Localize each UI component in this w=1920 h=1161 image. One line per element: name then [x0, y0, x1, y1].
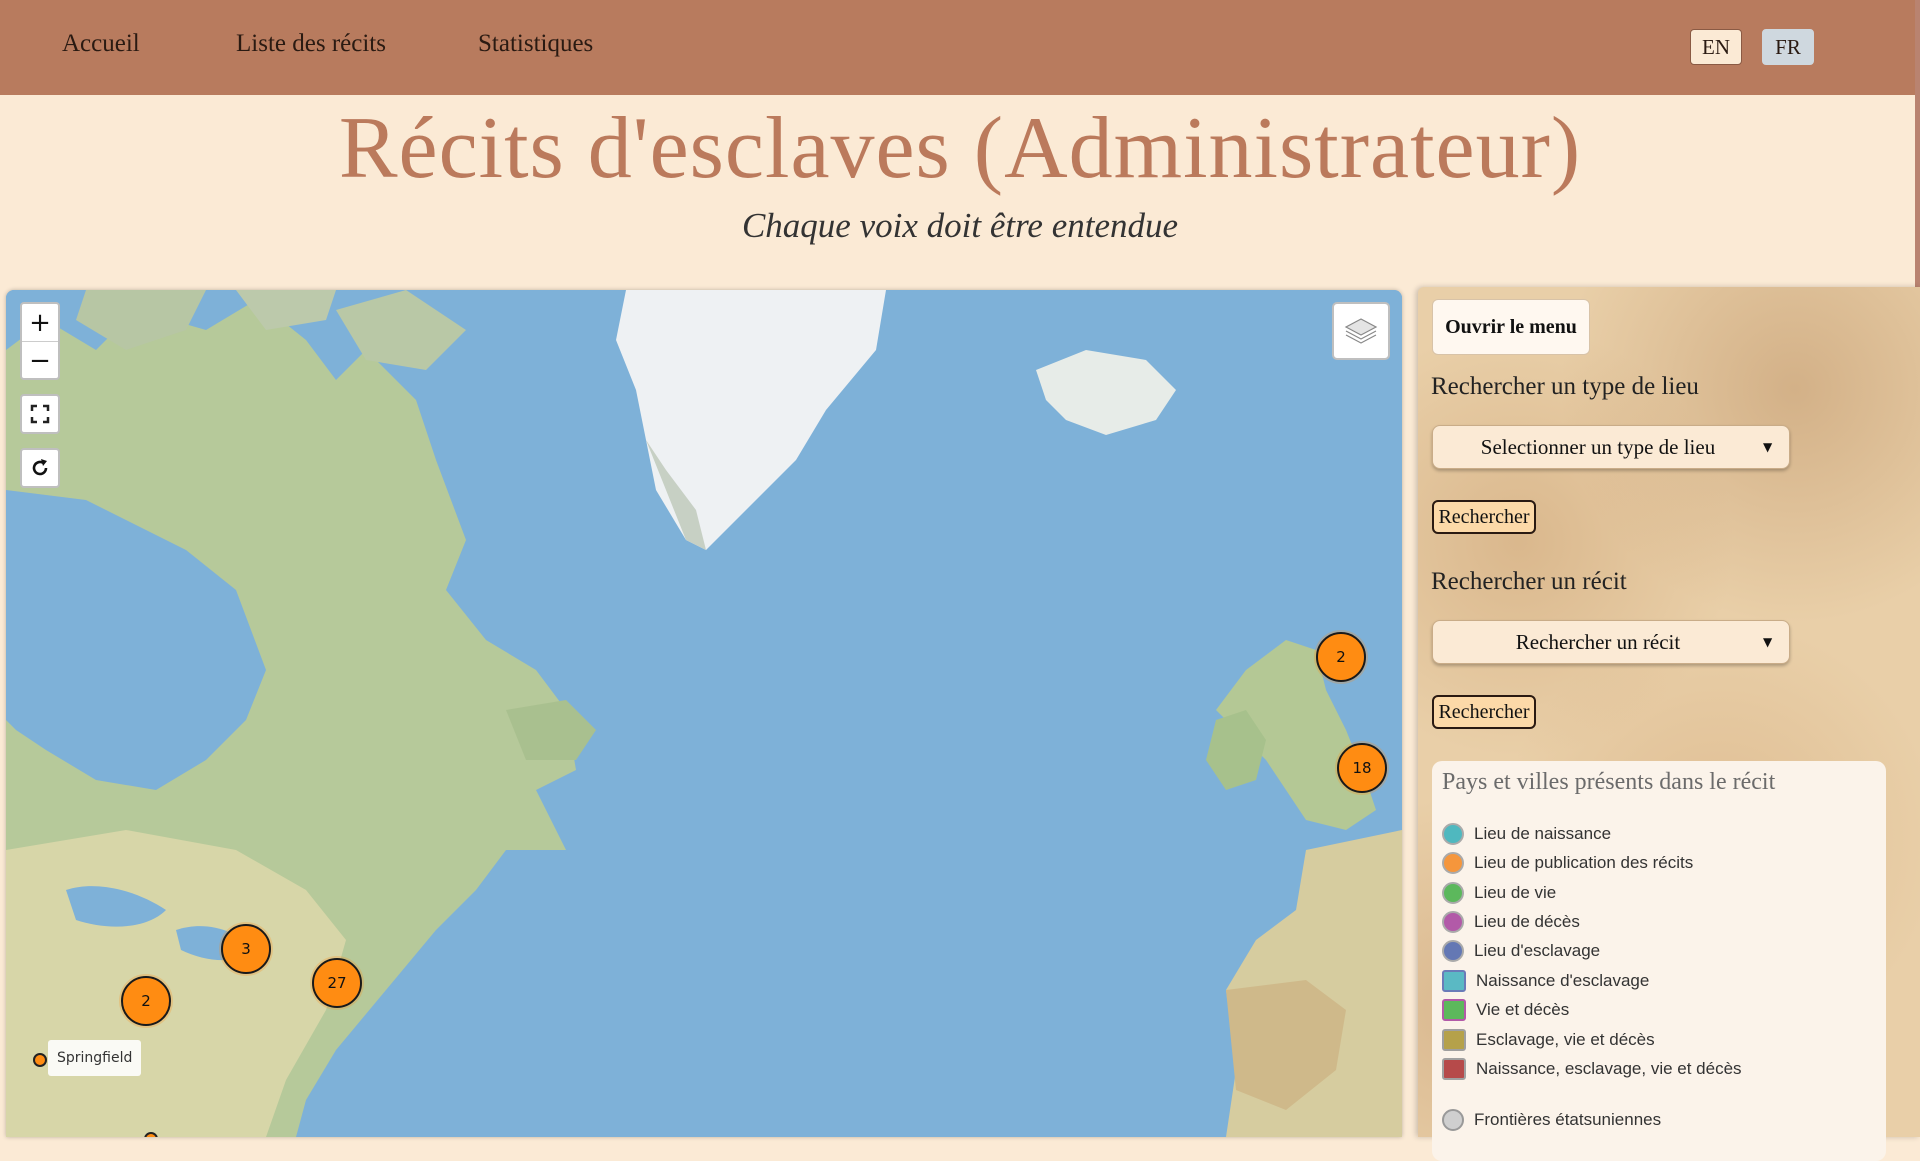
legend-item: Naissance, esclavage, vie et décès: [1442, 1058, 1742, 1080]
narrative-select[interactable]: Rechercher un récit ▼: [1432, 620, 1790, 664]
legend-swatch: [1442, 911, 1464, 933]
fullscreen-icon: [30, 404, 50, 424]
nav-home-link[interactable]: Accueil: [62, 30, 140, 58]
zoom-out-button[interactable]: −: [22, 342, 58, 379]
lang-en-button[interactable]: EN: [1690, 29, 1742, 65]
lang-fr-button[interactable]: FR: [1762, 29, 1814, 65]
legend-swatch: [1442, 999, 1466, 1021]
legend-item-label: Vie et décès: [1476, 1000, 1570, 1019]
legend-item: Lieu de décès: [1442, 911, 1580, 933]
page-subtitle: Chaque voix doit être entendue: [741, 206, 1179, 245]
map-cluster-marker[interactable]: 2: [121, 976, 171, 1026]
legend-item: Lieu d'esclavage: [1442, 940, 1600, 962]
legend-item-label: Naissance, esclavage, vie et décès: [1476, 1059, 1742, 1078]
legend-swatch: [1442, 1029, 1466, 1051]
narrative-select-value: Rechercher un récit: [1515, 629, 1681, 654]
legend-item: Esclavage, vie et décès: [1442, 1029, 1655, 1051]
zoom-in-button[interactable]: +: [22, 304, 58, 342]
map-basemap: [6, 290, 1402, 1137]
open-menu-button[interactable]: Ouvrir le menu: [1432, 299, 1590, 355]
layers-control[interactable]: [1332, 302, 1390, 360]
narrative-search-heading: Rechercher un récit: [1431, 568, 1627, 595]
legend-item: Vie et décès: [1442, 999, 1569, 1021]
refresh-icon: [32, 459, 48, 476]
legend-item-label: Lieu d'esclavage: [1474, 941, 1601, 960]
legend-swatch: [1442, 852, 1464, 874]
page-title: Récits d'esclaves (Administrateur): [338, 100, 1582, 197]
fullscreen-button[interactable]: [20, 394, 60, 434]
legend-item-label: Lieu de naissance: [1474, 824, 1612, 843]
map-place-label: Springfield: [48, 1040, 142, 1076]
reset-view-button[interactable]: [20, 448, 60, 488]
legend-item-label: Lieu de publication des récits: [1474, 853, 1694, 872]
legend-item-label: Naissance d'esclavage: [1476, 971, 1650, 990]
nav-narratives-list-link[interactable]: Liste des récits: [236, 30, 386, 58]
search-narrative-button[interactable]: Rechercher: [1432, 695, 1536, 729]
legend-swatch: [1442, 940, 1464, 962]
legend-item-label: Esclavage, vie et décès: [1476, 1030, 1655, 1049]
nav-statistics-link[interactable]: Statistiques: [478, 30, 593, 58]
map-cluster-marker[interactable]: 2: [1316, 632, 1366, 682]
legend-swatch: [1442, 882, 1464, 904]
layers-icon: [1344, 318, 1378, 344]
top-navbar: Accueil Liste des récits Statistiques EN…: [0, 0, 1920, 95]
map-cluster-marker[interactable]: 18: [1337, 743, 1387, 793]
legend-title: Pays et villes présents dans le récit: [1442, 769, 1776, 795]
place-type-heading: Rechercher un type de lieu: [1431, 373, 1699, 400]
map-view[interactable]: + − 2 18 3 27 2 Springfield: [6, 290, 1402, 1137]
chevron-down-icon: ▼: [1763, 440, 1773, 454]
legend-item: Lieu de publication des récits: [1442, 852, 1693, 874]
place-type-select[interactable]: Selectionner un type de lieu ▼: [1432, 425, 1790, 469]
legend-swatch: [1442, 1109, 1464, 1131]
legend-item-label: Frontières étatsuniennes: [1474, 1110, 1662, 1129]
legend-item-label: Lieu de vie: [1474, 883, 1557, 902]
legend-item-label: Lieu de décès: [1474, 912, 1580, 931]
legend-item: Naissance d'esclavage: [1442, 970, 1649, 992]
legend-item: Lieu de naissance: [1442, 823, 1611, 845]
map-cluster-marker[interactable]: 3: [221, 924, 271, 974]
legend-swatch: [1442, 970, 1466, 992]
legend-swatch: [1442, 823, 1464, 845]
side-panel: Ouvrir le menu Rechercher un type de lie…: [1418, 287, 1920, 1161]
place-type-select-value: Selectionner un type de lieu: [1480, 434, 1716, 459]
search-place-type-button[interactable]: Rechercher: [1432, 500, 1536, 534]
legend-item: Frontières étatsuniennes: [1442, 1109, 1661, 1131]
map-point-marker[interactable]: [33, 1053, 47, 1067]
map-legend: Pays et villes présents dans le récit Li…: [1432, 761, 1886, 1161]
map-cluster-marker[interactable]: 27: [312, 958, 362, 1008]
legend-swatch: [1442, 1058, 1466, 1080]
legend-item: Lieu de vie: [1442, 882, 1556, 904]
zoom-control: + −: [20, 302, 60, 380]
chevron-down-icon: ▼: [1763, 635, 1773, 649]
